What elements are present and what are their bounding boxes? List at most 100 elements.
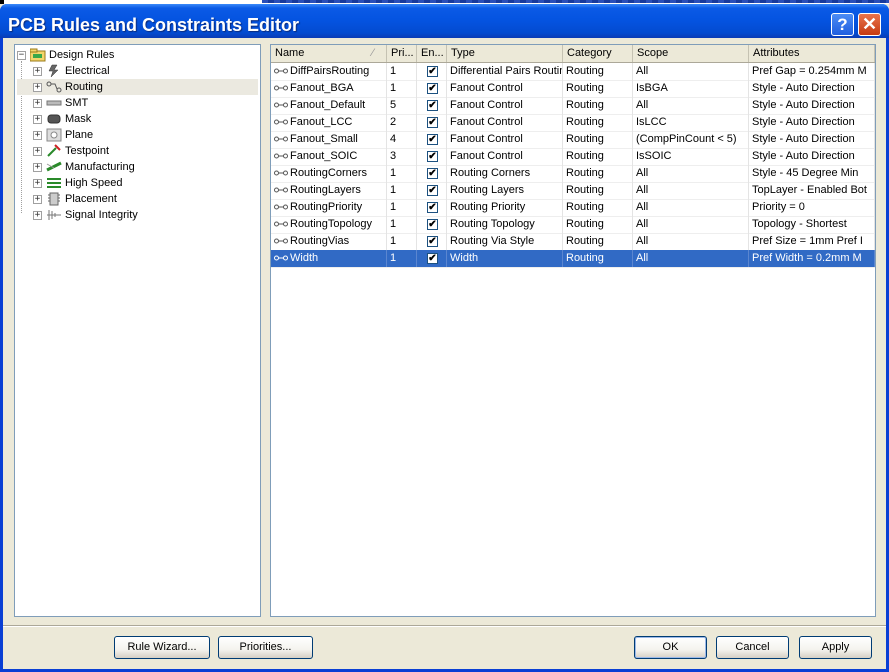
cell-type[interactable]: Fanout Control [447, 114, 563, 131]
cell-type[interactable]: Fanout Control [447, 80, 563, 97]
enabled-checkbox[interactable]: ✔ [427, 83, 438, 94]
column-header-category[interactable]: Category [563, 45, 633, 62]
enabled-checkbox[interactable]: ✔ [427, 236, 438, 247]
column-header-priority[interactable]: Pri... [387, 45, 417, 62]
cell-category[interactable]: Routing [563, 165, 633, 182]
title-bar[interactable]: PCB Rules and Constraints Editor ? ✕ [0, 4, 889, 38]
rule-wizard-button[interactable]: Rule Wizard... [114, 636, 210, 659]
cell-attributes[interactable]: Priority = 0 [749, 199, 875, 216]
expand-icon[interactable]: + [33, 82, 42, 92]
cell-name[interactable]: RoutingLayers [271, 182, 387, 199]
cell-attributes[interactable]: Style - Auto Direction [749, 131, 875, 148]
table-row[interactable]: Width 1 ✔ Width Routing All Pref Width = 0.2mm… [271, 250, 875, 268]
column-header-scope[interactable]: Scope [633, 45, 749, 62]
cell-category[interactable]: Routing [563, 148, 633, 165]
cell-scope[interactable]: All [633, 63, 749, 80]
cell-priority[interactable]: 1 [387, 199, 417, 216]
cell-name[interactable]: RoutingCorners [271, 165, 387, 182]
cell-attributes[interactable]: Topology - Shortest [749, 216, 875, 233]
cell-priority[interactable]: 2 [387, 114, 417, 131]
expand-icon[interactable]: + [33, 210, 42, 220]
expand-icon[interactable]: + [33, 130, 42, 140]
cell-type[interactable]: Width [447, 250, 563, 267]
cell-name[interactable]: Fanout_LCC [271, 114, 387, 131]
cell-priority[interactable]: 4 [387, 131, 417, 148]
cell-scope[interactable]: IsLCC [633, 114, 749, 131]
cell-priority[interactable]: 1 [387, 80, 417, 97]
cell-type[interactable]: Routing Layers [447, 182, 563, 199]
cell-scope[interactable]: All [633, 182, 749, 199]
tree-node-high-speed[interactable]: + High Speed [17, 175, 123, 191]
enabled-checkbox[interactable]: ✔ [427, 168, 438, 179]
cell-scope[interactable]: All [633, 216, 749, 233]
cell-scope[interactable]: (CompPinCount < 5) [633, 131, 749, 148]
column-header-name[interactable]: Name ⁄ [271, 45, 387, 62]
cell-category[interactable]: Routing [563, 114, 633, 131]
tree-node-routing[interactable]: + Routing [17, 79, 258, 95]
help-button[interactable]: ? [831, 13, 854, 36]
cell-name[interactable]: Fanout_BGA [271, 80, 387, 97]
tree-node-signal-integrity[interactable]: + Signal Integrity [17, 207, 138, 223]
cell-priority[interactable]: 1 [387, 182, 417, 199]
tree-node-smt[interactable]: + SMT [17, 95, 88, 111]
tree-node-design-rules[interactable]: − Design Rules [17, 47, 114, 63]
cell-priority[interactable]: 1 [387, 250, 417, 267]
enabled-checkbox[interactable]: ✔ [427, 66, 438, 77]
enabled-checkbox[interactable]: ✔ [427, 117, 438, 128]
cell-priority[interactable]: 1 [387, 216, 417, 233]
cell-category[interactable]: Routing [563, 250, 633, 267]
cell-type[interactable]: Fanout Control [447, 97, 563, 114]
cell-category[interactable]: Routing [563, 199, 633, 216]
expand-icon[interactable]: + [33, 98, 42, 108]
cell-attributes[interactable]: Style - Auto Direction [749, 148, 875, 165]
expand-icon[interactable]: + [33, 114, 42, 124]
cell-scope[interactable]: All [633, 250, 749, 267]
cell-category[interactable]: Routing [563, 233, 633, 250]
enabled-checkbox[interactable]: ✔ [427, 100, 438, 111]
table-row[interactable]: RoutingCorners 1 ✔ Routing Corners Routing Al… [271, 165, 875, 183]
cell-name[interactable]: Width [271, 250, 387, 267]
cell-type[interactable]: Routing Corners [447, 165, 563, 182]
cell-attributes[interactable]: Style - 45 Degree Min [749, 165, 875, 182]
column-header-type[interactable]: Type [447, 45, 563, 62]
enabled-checkbox[interactable]: ✔ [427, 134, 438, 145]
column-header-enabled[interactable]: En... [417, 45, 447, 62]
table-row[interactable]: RoutingTopology 1 ✔ Routing Topology Routing… [271, 216, 875, 234]
cell-name[interactable]: Fanout_SOIC [271, 148, 387, 165]
expand-icon[interactable]: + [33, 66, 42, 76]
tree-node-plane[interactable]: + Plane [17, 127, 93, 143]
expand-icon[interactable]: + [33, 178, 42, 188]
expand-icon[interactable]: + [33, 162, 42, 172]
table-row[interactable]: Fanout_SOIC 3 ✔ Fanout Control Routing IsSOIC… [271, 148, 875, 166]
cell-category[interactable]: Routing [563, 80, 633, 97]
cell-priority[interactable]: 3 [387, 148, 417, 165]
enabled-checkbox[interactable]: ✔ [427, 202, 438, 213]
cell-name[interactable]: DiffPairsRouting [271, 63, 387, 80]
table-row[interactable]: DiffPairsRouting 1 ✔ Differential Pairs Rou… [271, 63, 875, 81]
cell-type[interactable]: Routing Via Style [447, 233, 563, 250]
expand-icon[interactable]: + [33, 146, 42, 156]
expand-icon[interactable]: + [33, 194, 42, 204]
cell-attributes[interactable]: Pref Gap = 0.254mm M [749, 63, 875, 80]
cell-category[interactable]: Routing [563, 97, 633, 114]
cell-attributes[interactable]: Pref Size = 1mm Pref I [749, 233, 875, 250]
collapse-icon[interactable]: − [17, 50, 26, 60]
enabled-checkbox[interactable]: ✔ [427, 185, 438, 196]
cell-attributes[interactable]: Pref Width = 0.2mm M [749, 250, 875, 267]
cell-type[interactable]: Fanout Control [447, 131, 563, 148]
cell-category[interactable]: Routing [563, 216, 633, 233]
enabled-checkbox[interactable]: ✔ [427, 253, 438, 264]
cell-name[interactable]: RoutingVias [271, 233, 387, 250]
rules-grid[interactable]: Name ⁄ Pri... En... Type Category Scope … [270, 44, 876, 617]
table-row[interactable]: Fanout_Default 5 ✔ Fanout Control Routing All… [271, 97, 875, 115]
table-row[interactable]: RoutingPriority 1 ✔ Routing Priority Routing… [271, 199, 875, 217]
cell-scope[interactable]: IsSOIC [633, 148, 749, 165]
cell-priority[interactable]: 1 [387, 63, 417, 80]
cell-priority[interactable]: 1 [387, 165, 417, 182]
enabled-checkbox[interactable]: ✔ [427, 219, 438, 230]
cell-type[interactable]: Routing Topology [447, 216, 563, 233]
cell-name[interactable]: Fanout_Default [271, 97, 387, 114]
cell-attributes[interactable]: TopLayer - Enabled Bot [749, 182, 875, 199]
tree-node-manufacturing[interactable]: + Manufacturing [17, 159, 135, 175]
tree-node-mask[interactable]: + Mask [17, 111, 91, 127]
